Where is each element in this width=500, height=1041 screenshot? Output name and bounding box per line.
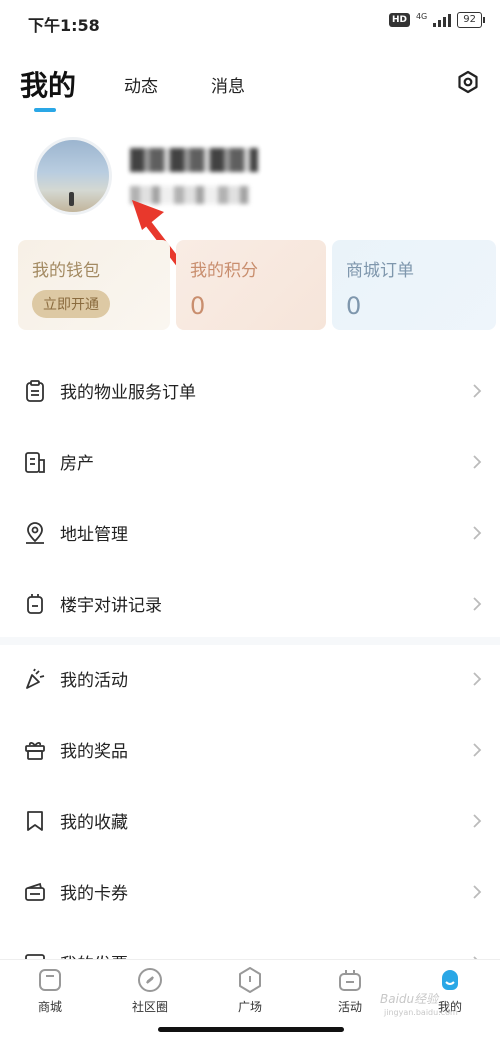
menu-item-property-orders[interactable]: 我的物业服务订单 xyxy=(0,355,500,426)
gift-icon xyxy=(25,741,45,760)
menu-label: 我的卡券 xyxy=(60,884,128,904)
watermark-url: jingyan.baidu.com xyxy=(384,1008,458,1017)
menu-group-personal: 我的活动 我的奖品 我的收藏 我的卡券 xyxy=(0,643,500,998)
network-label: 4G xyxy=(415,12,428,21)
orders-title: 商城订单 xyxy=(346,261,414,281)
chevron-right-icon xyxy=(473,454,482,469)
nav-community[interactable]: 社区圈 xyxy=(110,966,190,1015)
chevron-right-icon xyxy=(473,596,482,611)
orders-value: 0 xyxy=(346,292,362,320)
tab-dynamics[interactable]: 动态 xyxy=(124,72,158,97)
battery-level: 92 xyxy=(463,14,476,25)
chevron-right-icon xyxy=(473,525,482,540)
points-value: 0 xyxy=(190,292,206,320)
chevron-right-icon xyxy=(473,742,482,757)
menu-group-property: 我的物业服务订单 房产 地址管理 楼宇对讲记录 xyxy=(0,355,500,639)
avatar[interactable] xyxy=(34,137,112,215)
status-icons: HD 4G 92 xyxy=(388,12,485,28)
chevron-right-icon xyxy=(473,884,482,899)
wallet-card[interactable]: 我的钱包 立即开通 xyxy=(18,240,170,330)
menu-item-prizes[interactable]: 我的奖品 xyxy=(0,714,500,785)
user-name-blurred[interactable] xyxy=(130,148,258,172)
nav-label: 商城 xyxy=(37,1000,62,1014)
ticket-icon xyxy=(25,882,45,901)
tab-active-indicator xyxy=(34,108,56,112)
hd-badge: HD xyxy=(388,13,410,27)
home-indicator xyxy=(158,1027,344,1032)
menu-item-coupons[interactable]: 我的卡券 xyxy=(0,856,500,927)
compass-icon xyxy=(138,968,162,992)
points-title: 我的积分 xyxy=(190,261,258,281)
orders-card[interactable]: 商城订单 0 xyxy=(332,240,496,330)
nav-activity[interactable]: 活动 xyxy=(310,966,390,1015)
menu-label: 我的奖品 xyxy=(60,742,128,762)
nav-label: 社区圈 xyxy=(131,1000,168,1014)
chevron-right-icon xyxy=(473,813,482,828)
menu-label: 我的收藏 xyxy=(60,813,128,833)
points-card[interactable]: 我的积分 0 xyxy=(176,240,326,330)
menu-item-activities[interactable]: 我的活动 xyxy=(0,643,500,714)
wallet-title: 我的钱包 xyxy=(32,261,100,281)
menu-item-favorites[interactable]: 我的收藏 xyxy=(0,785,500,856)
menu-label: 房产 xyxy=(60,454,94,474)
header-tabs: 我的 动态 消息 xyxy=(0,60,500,112)
building-icon xyxy=(25,451,45,473)
bookmark-icon xyxy=(27,810,43,831)
tab-messages[interactable]: 消息 xyxy=(211,72,245,97)
menu-label: 楼宇对讲记录 xyxy=(60,596,162,616)
tab-mine[interactable]: 我的 xyxy=(20,64,76,104)
signal-icon xyxy=(433,13,452,27)
nav-label: 广场 xyxy=(237,1000,262,1014)
status-time: 下午1:58 xyxy=(28,16,100,35)
shop-icon xyxy=(39,969,61,991)
menu-label: 我的物业服务订单 xyxy=(60,383,196,403)
menu-label: 我的活动 xyxy=(60,671,128,691)
watermark-logo: Baidu经验 xyxy=(380,992,439,1006)
clipboard-icon xyxy=(26,379,44,402)
nav-shop[interactable]: 商城 xyxy=(10,966,90,1015)
settings-icon[interactable] xyxy=(456,70,480,94)
status-bar: 下午1:58 HD 4G 92 xyxy=(0,0,500,44)
battery-icon: 92 xyxy=(457,12,485,28)
intercom-icon xyxy=(27,593,43,614)
location-icon xyxy=(26,521,44,544)
open-wallet-button[interactable]: 立即开通 xyxy=(32,290,110,318)
profile-icon xyxy=(442,970,458,990)
chevron-right-icon xyxy=(473,671,482,686)
party-icon xyxy=(26,668,45,689)
square-icon xyxy=(239,967,261,993)
menu-item-property[interactable]: 房产 xyxy=(0,426,500,497)
menu-item-intercom[interactable]: 楼宇对讲记录 xyxy=(0,568,500,639)
menu-item-address[interactable]: 地址管理 xyxy=(0,497,500,568)
profile-page: { "status_bar": { "time": "下午1:58", "hd"… xyxy=(0,0,500,1041)
activity-icon xyxy=(339,970,361,991)
nav-square[interactable]: 广场 xyxy=(210,966,290,1015)
menu-label: 地址管理 xyxy=(60,525,128,545)
nav-label: 活动 xyxy=(337,1000,362,1014)
chevron-right-icon xyxy=(473,383,482,398)
